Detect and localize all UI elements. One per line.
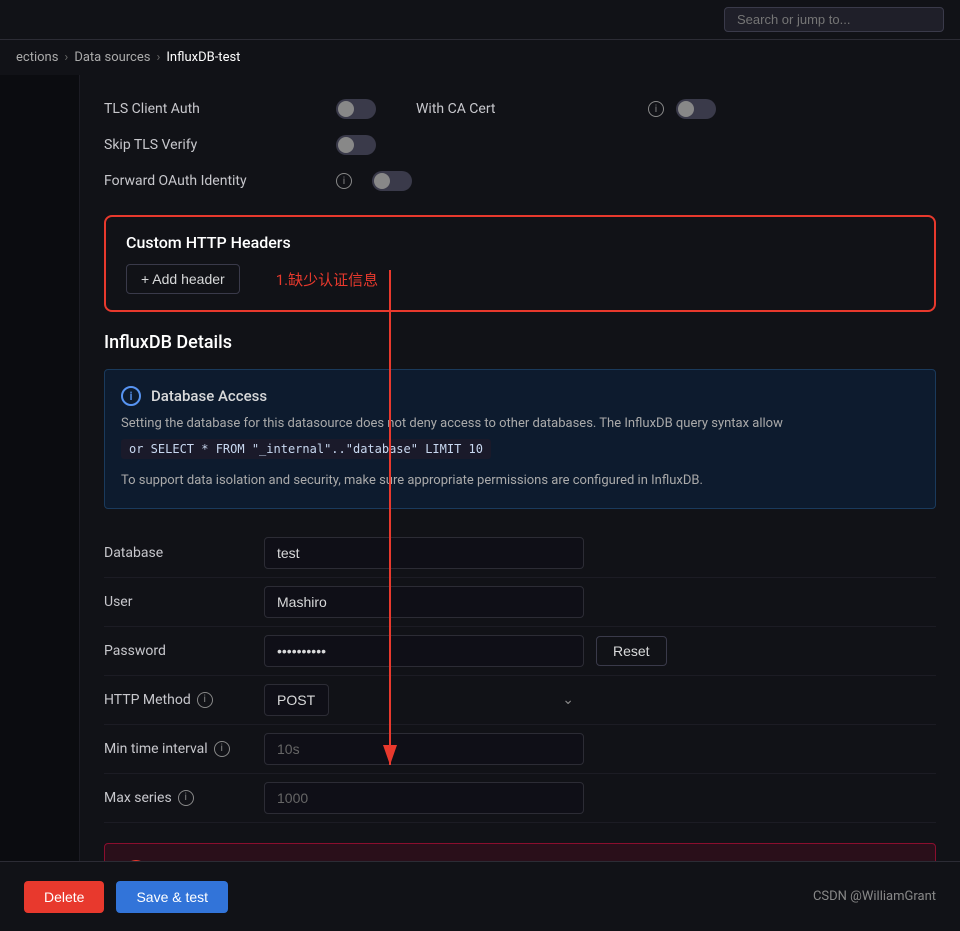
database-label: Database: [104, 545, 264, 561]
breadcrumb-datasources[interactable]: Data sources: [74, 50, 150, 65]
tls-client-auth-label: TLS Client Auth: [104, 101, 324, 117]
password-input[interactable]: [264, 635, 584, 667]
influxdb-section: InfluxDB Details i Database Access Setti…: [104, 332, 936, 823]
custom-headers-section: Custom HTTP Headers + Add header 1.缺少认证信…: [104, 215, 936, 312]
user-field-row: User: [104, 578, 936, 627]
min-time-info-icon[interactable]: i: [214, 741, 230, 757]
password-label: Password: [104, 643, 264, 659]
action-bar: Delete Save & test CSDN @WilliamGrant: [0, 861, 960, 931]
user-input[interactable]: [264, 586, 584, 618]
db-access-desc1: Setting the database for this datasource…: [121, 414, 919, 435]
watermark-text: CSDN @WilliamGrant: [813, 889, 936, 904]
with-ca-cert-info-icon[interactable]: i: [648, 101, 664, 117]
forward-oauth-toggle[interactable]: [372, 171, 412, 191]
min-time-input[interactable]: [264, 733, 584, 765]
with-ca-cert-label: With CA Cert: [416, 101, 636, 117]
database-field-row: Database: [104, 529, 936, 578]
breadcrumb-connections[interactable]: ections: [16, 50, 58, 65]
action-buttons: Delete Save & test: [24, 881, 228, 913]
top-bar: [0, 0, 960, 40]
save-test-button[interactable]: Save & test: [116, 881, 228, 913]
max-series-label: Max series i: [104, 790, 264, 806]
breadcrumb-current: InfluxDB-test: [166, 50, 240, 65]
sidebar: [0, 75, 80, 926]
http-method-select-wrapper: POST GET ⌄: [264, 684, 584, 716]
database-input[interactable]: [264, 537, 584, 569]
forward-oauth-label: Forward OAuth Identity: [104, 173, 324, 189]
http-method-select[interactable]: POST GET: [264, 684, 329, 716]
db-access-code: or SELECT * FROM "_internal".."database"…: [121, 439, 491, 459]
reset-button[interactable]: Reset: [596, 636, 667, 666]
search-input[interactable]: [724, 7, 944, 32]
tls-client-auth-toggle[interactable]: [336, 99, 376, 119]
chevron-down-icon: ⌄: [562, 692, 574, 708]
main-content: TLS Client Auth With CA Cert i Sk: [80, 75, 960, 926]
user-label: User: [104, 594, 264, 610]
http-method-label: HTTP Method i: [104, 692, 264, 708]
db-access-info-box: i Database Access Setting the database f…: [104, 369, 936, 509]
min-time-interval-label: Min time interval i: [104, 741, 264, 757]
skip-tls-label: Skip TLS Verify: [104, 137, 324, 153]
db-access-title: Database Access: [151, 387, 267, 405]
with-ca-cert-toggle[interactable]: [676, 99, 716, 119]
breadcrumb-sep-2: ›: [156, 50, 160, 65]
forward-oauth-info-icon[interactable]: i: [336, 173, 352, 189]
annotation-text: 1.缺少认证信息: [276, 269, 378, 290]
add-header-button[interactable]: + Add header: [126, 264, 240, 294]
delete-button[interactable]: Delete: [24, 881, 104, 913]
tls-section: TLS Client Auth With CA Cert i Sk: [104, 91, 936, 199]
skip-tls-toggle[interactable]: [336, 135, 376, 155]
max-series-field-row: Max series i: [104, 774, 936, 823]
http-method-info-icon[interactable]: i: [197, 692, 213, 708]
max-series-input[interactable]: [264, 782, 584, 814]
breadcrumb: ections › Data sources › InfluxDB-test: [0, 40, 960, 75]
max-series-info-icon[interactable]: i: [178, 790, 194, 806]
db-access-desc2: To support data isolation and security, …: [121, 471, 919, 492]
http-method-field-row: HTTP Method i POST GET ⌄: [104, 676, 936, 725]
min-time-interval-field-row: Min time interval i: [104, 725, 936, 774]
password-field-row: Password Reset: [104, 627, 936, 676]
breadcrumb-sep-1: ›: [64, 50, 68, 65]
influxdb-section-title: InfluxDB Details: [104, 332, 936, 353]
custom-headers-title: Custom HTTP Headers: [126, 233, 914, 252]
db-access-icon: i: [121, 386, 141, 406]
